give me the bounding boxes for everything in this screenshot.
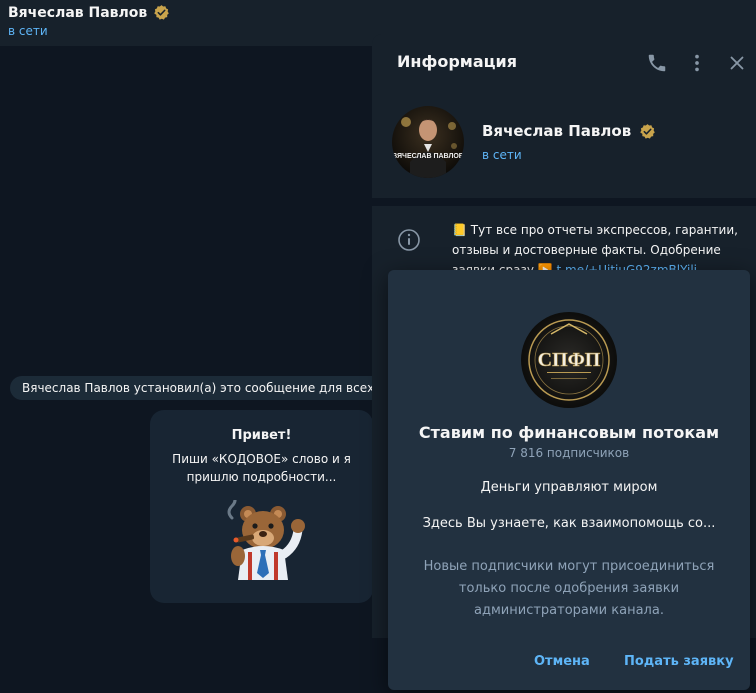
chat-title-name: Вячеслав Павлов bbox=[8, 4, 148, 21]
verified-icon bbox=[154, 5, 170, 20]
profile-name-text: Вячеслав Павлов bbox=[482, 122, 632, 140]
close-icon[interactable] bbox=[726, 52, 748, 74]
profile-avatar-text: ВЯЧЕСЛАВ ПАВЛОВ bbox=[392, 153, 464, 160]
channel-avatar: СПФП bbox=[521, 312, 617, 408]
channel-avatar-image: СПФП bbox=[521, 312, 617, 408]
info-circle-icon bbox=[398, 229, 420, 251]
profile-avatar[interactable]: ВЯЧЕСЛАВ ПАВЛОВ bbox=[392, 106, 464, 178]
verified-icon bbox=[640, 123, 655, 139]
message-bubble[interactable]: Привет! Пиши «КОДОВОЕ» слово и я пришлю … bbox=[150, 410, 373, 603]
join-channel-dialog: СПФП Ставим по финансовым потокам 7 816 … bbox=[388, 270, 750, 690]
info-panel-title: Информация bbox=[397, 52, 517, 71]
section-divider bbox=[372, 198, 756, 206]
chat-title: Вячеслав Павлов bbox=[8, 4, 170, 21]
submit-request-button[interactable]: Подать заявку bbox=[624, 654, 734, 669]
join-request-note: Новые подписчики могут присоединиться то… bbox=[423, 559, 715, 618]
message-text: Пиши «КОДОВОЕ» слово и я пришлю подробно… bbox=[172, 452, 351, 484]
channel-title: Ставим по финансовым потокам bbox=[418, 423, 720, 442]
channel-subscribers: 7 816 подписчиков bbox=[508, 446, 630, 460]
bear-sticker-icon[interactable] bbox=[218, 500, 310, 584]
phone-icon[interactable] bbox=[646, 52, 668, 74]
chat-status: в сети bbox=[8, 24, 48, 38]
pinned-service-message[interactable]: Вячеслав Павлов установил(а) это сообщен… bbox=[10, 376, 390, 400]
cancel-button[interactable]: Отмена bbox=[534, 654, 590, 669]
channel-description: Здесь Вы узнаете, как взаимопомощь со... bbox=[422, 516, 716, 531]
profile-name: Вячеслав Павлов bbox=[482, 122, 656, 140]
more-options-icon[interactable] bbox=[686, 52, 708, 74]
channel-avatar-text: СПФП bbox=[538, 349, 601, 371]
channel-slogan: Деньги управляют миром bbox=[480, 480, 658, 495]
profile-status: в сети bbox=[482, 148, 522, 162]
profile-avatar-image: ВЯЧЕСЛАВ ПАВЛОВ bbox=[392, 106, 464, 178]
message-title: Привет! bbox=[231, 428, 292, 443]
